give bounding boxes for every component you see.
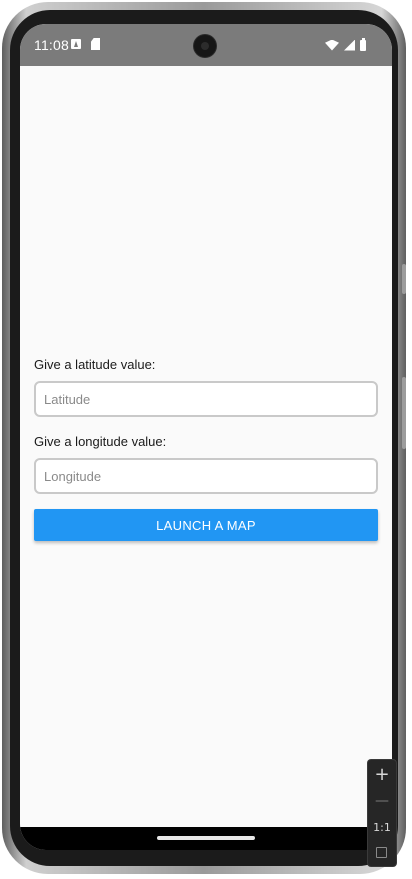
latitude-label: Give a latitude value: (34, 357, 156, 372)
longitude-label: Give a longitude value: (34, 434, 167, 449)
device-side-button (402, 264, 406, 294)
wifi-icon (325, 39, 339, 51)
map-form: Give a latitude value: Give a longitude … (34, 357, 378, 541)
zoom-in-button[interactable]: + (368, 762, 396, 788)
zoom-fit-button[interactable] (368, 840, 396, 866)
launch-map-button[interactable]: LAUNCH A MAP (34, 509, 378, 541)
longitude-input[interactable] (34, 458, 378, 494)
zoom-out-button[interactable]: — (368, 788, 396, 814)
status-bar: 11:08 (20, 24, 392, 66)
fit-screen-icon (376, 847, 387, 858)
home-indicator[interactable] (157, 836, 255, 840)
signal-icon (344, 39, 355, 51)
latitude-input[interactable] (34, 381, 378, 417)
front-camera (194, 35, 216, 57)
phone-screen: 11:08 Give a latitude value: Give a long… (20, 24, 392, 850)
status-time: 11:08 (34, 37, 69, 53)
zoom-reset-button[interactable]: 1:1 (368, 815, 396, 841)
battery-icon (360, 37, 366, 51)
device-volume-button (402, 377, 406, 449)
status-icons (325, 37, 366, 52)
app-a-icon (71, 39, 81, 49)
sd-card-icon (91, 38, 100, 50)
navigation-bar (20, 827, 392, 850)
emulator-zoom-panel: + — 1:1 (368, 760, 396, 866)
